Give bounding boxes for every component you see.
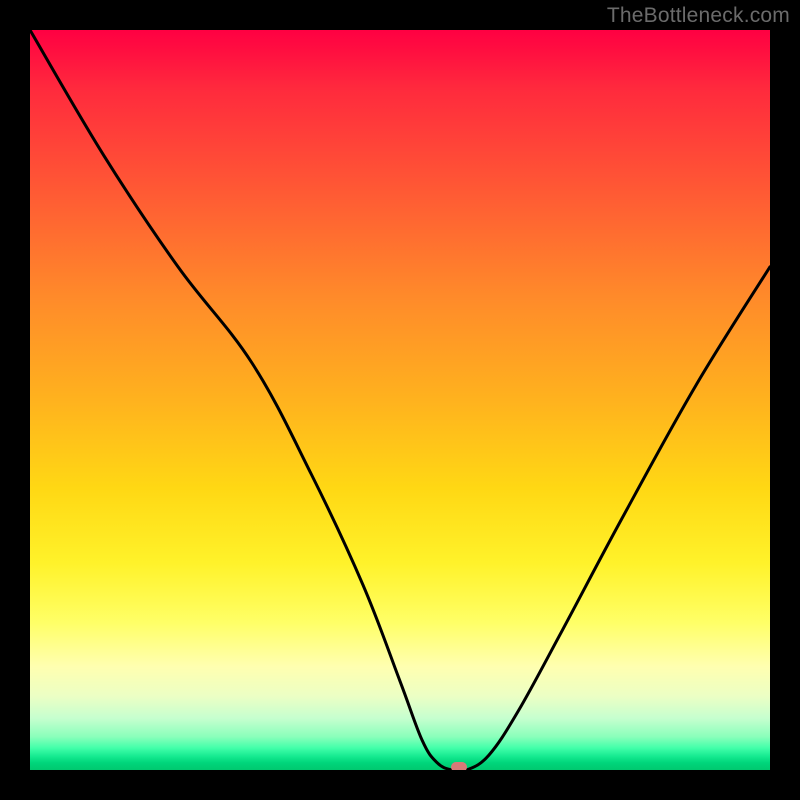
optimal-point-marker	[451, 762, 467, 770]
chart-frame: TheBottleneck.com	[0, 0, 800, 800]
plot-area	[30, 30, 770, 770]
bottleneck-curve	[30, 30, 770, 770]
watermark-text: TheBottleneck.com	[607, 4, 790, 28]
